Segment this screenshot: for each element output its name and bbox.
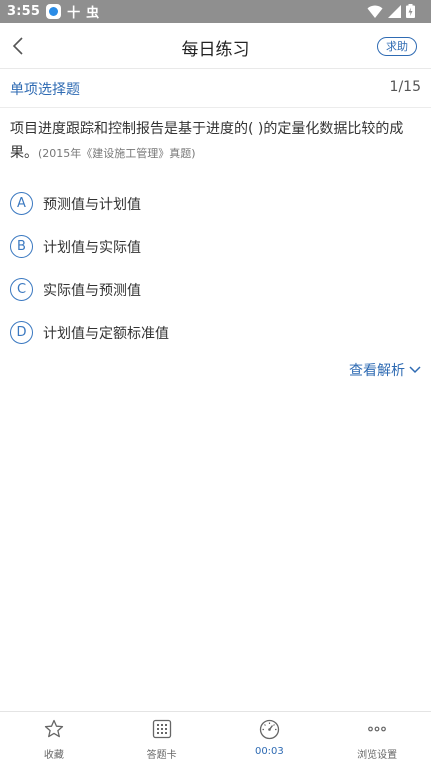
nav-label: 浏览设置: [357, 750, 398, 761]
option-b[interactable]: B 计划值与实际值: [10, 225, 422, 268]
nav-answer-card[interactable]: 答题卡: [108, 712, 216, 766]
option-d[interactable]: D 计划值与定额标准值: [10, 311, 422, 354]
app-notification-icon: [46, 4, 62, 19]
option-text: 计划值与定额标准值: [43, 325, 169, 342]
nav-favorite[interactable]: 收藏: [0, 712, 108, 766]
options-list: A 预测值与计划值 B 计划值与实际值 C 实际值与预测值 D 计划值与定额标准…: [10, 182, 422, 354]
status-time: 3:55: [7, 4, 41, 19]
option-c[interactable]: C 实际值与预测值: [10, 268, 422, 311]
signal-icon: [388, 4, 401, 18]
chevron-down-icon: [409, 366, 421, 374]
option-text: 预测值与计划值: [43, 196, 141, 213]
bug-notification-icon: 虫: [86, 6, 100, 21]
option-letter: C: [10, 278, 33, 301]
help-button[interactable]: 求助: [377, 37, 417, 56]
nav-label: 收藏: [43, 750, 64, 761]
option-a[interactable]: A 预测值与计划值: [10, 182, 422, 225]
question-source: (2015年《建设施工管理》真题): [38, 147, 196, 160]
view-analysis-label: 查看解析: [349, 363, 405, 379]
star-icon: [44, 718, 64, 740]
nav-label: 答题卡: [146, 750, 177, 761]
nav-browse-settings[interactable]: 浏览设置: [323, 712, 431, 766]
timer-icon: [259, 718, 280, 740]
page-title: 每日练习: [181, 40, 250, 60]
question-header: 单项选择题 1/15: [0, 69, 431, 108]
nav-timer[interactable]: 00:03: [216, 712, 324, 766]
bottom-nav: 收藏 答题卡 00:03 浏览设置: [0, 711, 431, 766]
view-analysis-button[interactable]: 查看解析: [349, 360, 421, 380]
option-text: 实际值与预测值: [43, 282, 141, 299]
nav-label: 00:03: [254, 746, 284, 757]
option-letter: B: [10, 235, 33, 258]
battery-icon: [406, 4, 415, 18]
notification-glyph-icon: 十: [67, 6, 81, 21]
option-text: 计划值与实际值: [43, 239, 141, 256]
grid-icon: [152, 718, 172, 740]
status-bar: 3:55 十 虫: [0, 0, 431, 23]
app-header: 每日练习 求助: [0, 23, 431, 69]
wifi-icon: [367, 5, 383, 18]
question-text: 项目进度跟踪和控制报告是基于进度的( )的定量化数据比较的成果。(2015年《建…: [10, 117, 422, 166]
question-type: 单项选择题: [10, 82, 80, 98]
option-letter: D: [10, 321, 33, 344]
question-progress: 1/15: [389, 79, 421, 95]
option-letter: A: [10, 192, 33, 215]
more-icon: [367, 718, 387, 740]
